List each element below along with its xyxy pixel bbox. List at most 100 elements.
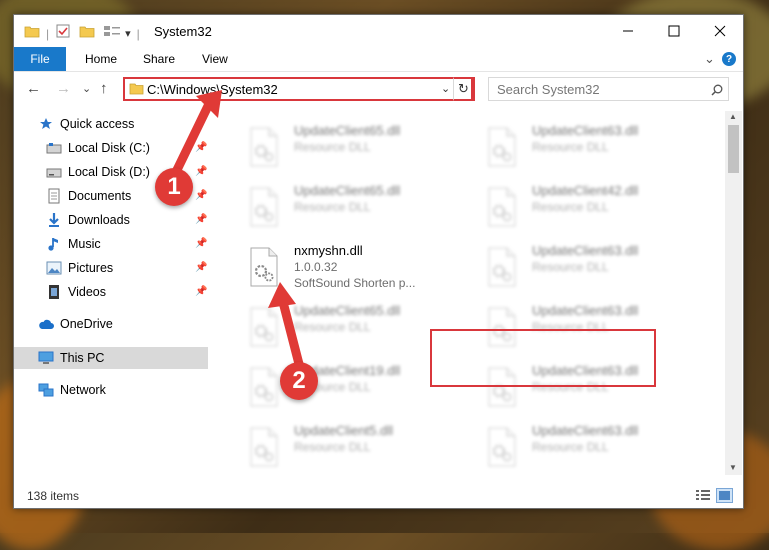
sidebar-item-quick-access[interactable]: Quick access	[38, 113, 134, 135]
sidebar-item-label: Music	[68, 237, 101, 251]
pin-icon[interactable]: 📌	[195, 166, 207, 177]
sidebar-item-label: Downloads	[68, 213, 130, 227]
file-name: nxmyshn.dll	[294, 243, 363, 258]
file-type: Resource DLL	[294, 140, 371, 154]
pin-icon[interactable]: 📌	[195, 190, 207, 201]
dll-file-icon	[250, 367, 278, 407]
documents-icon	[46, 188, 62, 204]
sidebar-item-label: Quick access	[60, 117, 135, 131]
back-button[interactable]: ←	[26, 80, 41, 97]
file-name: UpdateClient65.dll	[294, 183, 401, 198]
address-bar[interactable]: C:\Windows\System32 ⌄	[123, 77, 473, 101]
file-item[interactable]: UpdateClient63.dll Resource DLL	[476, 239, 696, 291]
file-type: Resource DLL	[294, 200, 371, 214]
sidebar-item-network[interactable]: Network	[38, 379, 106, 401]
help-button[interactable]: ?	[722, 47, 736, 71]
customize-icon[interactable]	[103, 24, 121, 43]
ribbon-expand-button[interactable]: ⌄	[704, 47, 715, 71]
qa-separator: |	[46, 26, 50, 41]
dll-file-icon	[250, 127, 278, 167]
window-title: System32	[154, 24, 212, 39]
file-name: UpdateClient63.dll	[532, 123, 639, 138]
recent-locations-button[interactable]: ⌄	[82, 82, 91, 95]
address-path: C:\Windows\System32	[147, 82, 278, 97]
file-item[interactable]: UpdateClient5.dll Resource DLL	[238, 419, 458, 471]
music-icon	[46, 236, 62, 252]
sidebar-item-label: Local Disk (D:)	[68, 165, 150, 179]
file-item[interactable]: UpdateClient63.dll Resource DLL	[476, 119, 696, 171]
pin-icon[interactable]: 📌	[195, 214, 207, 225]
refresh-button[interactable]: ↻	[453, 77, 475, 101]
item-count: 138 items	[27, 489, 80, 503]
details-view-icon[interactable]	[695, 489, 711, 505]
step-1-badge: 1	[155, 168, 193, 206]
file-name: UpdateClient63.dll	[532, 243, 639, 258]
sidebar-item-this-pc[interactable]: This PC	[38, 347, 104, 369]
target-file-item[interactable]: nxmyshn.dll 1.0.0.32 SoftSound Shorten p..…	[238, 239, 458, 291]
search-box[interactable]: Search System32	[488, 77, 729, 101]
up-button[interactable]: ↑	[100, 80, 108, 97]
pictures-icon	[46, 260, 62, 276]
minimize-button[interactable]	[605, 15, 651, 47]
help-icon: ?	[722, 52, 736, 66]
ribbon-tabs: File Home Share View ⌄ ?	[14, 47, 743, 72]
network-icon	[38, 382, 54, 398]
file-item[interactable]: UpdateClient65.dll Resource DLL	[238, 299, 458, 351]
pin-icon[interactable]: 📌	[195, 142, 207, 153]
sidebar-item-music[interactable]: Music	[46, 233, 101, 255]
dll-file-icon	[250, 427, 278, 467]
dll-file-icon	[488, 247, 516, 287]
scrollbar-thumb[interactable]	[728, 125, 739, 173]
sidebar-item-local-disk-c[interactable]: Local Disk (C:)	[46, 137, 150, 159]
sidebar-item-label: Local Disk (C:)	[68, 141, 150, 155]
dll-file-icon	[250, 307, 278, 347]
file-item[interactable]: UpdateClient65.dll Resource DLL	[238, 119, 458, 171]
file-name: UpdateClient5.dll	[294, 423, 394, 438]
tab-view[interactable]: View	[202, 47, 228, 71]
tab-share[interactable]: Share	[143, 47, 175, 71]
sidebar-item-label: Videos	[68, 285, 106, 299]
file-name: UpdateClient65.dll	[294, 303, 401, 318]
file-item[interactable]: UpdateClient65.dll Resource DLL	[238, 179, 458, 231]
file-type: Resource DLL	[294, 440, 371, 454]
scroll-up-icon[interactable]: ▲	[729, 112, 737, 121]
tab-home[interactable]: Home	[85, 47, 117, 71]
sidebar-item-local-disk-d[interactable]: Local Disk (D:)	[46, 161, 150, 183]
close-button[interactable]	[697, 15, 743, 47]
sidebar-item-documents[interactable]: Documents	[46, 185, 131, 207]
tab-file[interactable]: File	[14, 47, 66, 71]
qa-dropdown[interactable]: ▾	[125, 27, 131, 40]
forward-button[interactable]: →	[56, 80, 71, 97]
file-type: Resource DLL	[532, 440, 609, 454]
sidebar-item-videos[interactable]: Videos	[46, 281, 106, 303]
refresh-icon: ↻	[458, 81, 469, 96]
properties-icon[interactable]	[55, 23, 71, 44]
file-list: UpdateClient65.dll Resource DLL UpdateClie…	[210, 111, 725, 475]
computer-icon	[38, 350, 54, 366]
pin-icon[interactable]: 📌	[195, 286, 207, 297]
tiles-view-icon[interactable]	[716, 488, 733, 503]
sidebar-item-pictures[interactable]: Pictures	[46, 257, 113, 279]
file-name: UpdateClient63.dll	[532, 303, 639, 318]
file-item[interactable]: UpdateClient19.dll Resource DLL	[238, 359, 458, 411]
sidebar-item-downloads[interactable]: Downloads	[46, 209, 130, 231]
maximize-button[interactable]	[651, 15, 697, 47]
explorer-window: | ▾ | System32 File Home Share View ⌄ ? …	[13, 14, 744, 509]
search-input[interactable]: Search System32	[497, 82, 600, 97]
pin-icon[interactable]: 📌	[195, 262, 207, 273]
pin-icon[interactable]: 📌	[195, 238, 207, 249]
drive-icon	[46, 140, 62, 156]
sidebar-item-onedrive[interactable]: OneDrive	[38, 313, 113, 335]
sidebar-item-label: OneDrive	[60, 317, 113, 331]
vertical-scrollbar[interactable]: ▲ ▼	[725, 111, 742, 475]
new-folder-icon[interactable]	[79, 24, 95, 43]
address-dropdown-button[interactable]: ⌄	[441, 82, 450, 95]
scroll-down-icon[interactable]: ▼	[729, 463, 737, 472]
title-bar: | ▾ | System32	[14, 15, 743, 47]
file-name: UpdateClient42.dll	[532, 183, 639, 198]
navigation-bar: ← → ⌄ ↑ C:\Windows\System32 ⌄ ↻ Search S…	[14, 75, 743, 105]
file-item[interactable]: UpdateClient63.dll Resource DLL	[476, 419, 696, 471]
drive-icon	[46, 164, 62, 180]
file-item[interactable]: UpdateClient42.dll Resource DLL	[476, 179, 696, 231]
dll-file-icon	[488, 127, 516, 167]
